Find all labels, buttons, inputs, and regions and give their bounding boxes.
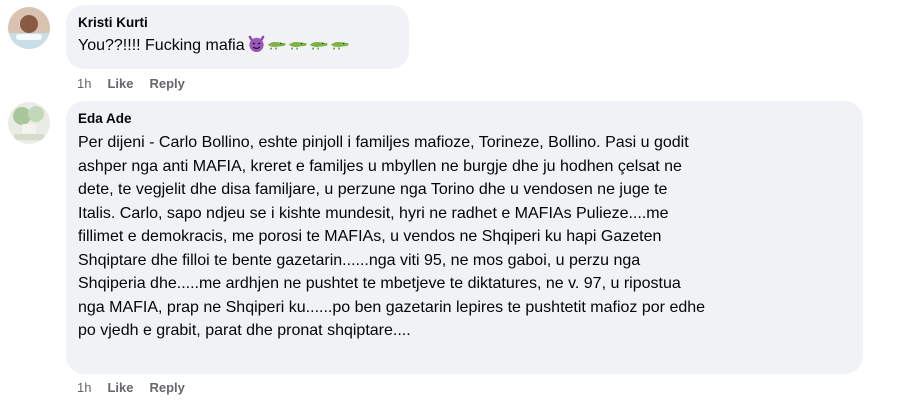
comment-text-line: po vjedh e grabit, parat dhe pronat shqi…: [78, 322, 411, 339]
comment-text-line: Per dijeni - Carlo Bollino, eshte pinjol…: [78, 134, 689, 151]
comment-timestamp[interactable]: 1h: [77, 380, 91, 395]
like-button[interactable]: Like: [107, 380, 133, 395]
comment-bubble: Eda Ade Per dijeni - Carlo Bollino, esht…: [66, 101, 863, 374]
smiling-imp-emoji: [248, 35, 264, 53]
crocodile-emoji: [309, 41, 328, 50]
comment-actions: 1h Like Reply: [77, 380, 185, 395]
comment-text-line: Shqiptare dhe filloi te bente gazetarin.…: [78, 251, 641, 269]
crocodile-emoji: [330, 41, 349, 50]
avatar[interactable]: [8, 102, 50, 144]
comment-text-line: ashper nga anti MAFIA, kreret e familjes…: [78, 157, 682, 175]
comment-actions: 1h Like Reply: [77, 76, 185, 91]
crocodile-emoji: [267, 41, 286, 50]
comment-text-line: nga MAFIA, prap ne Shqiperi ku......po b…: [78, 298, 706, 316]
crocodile-emoji: [288, 41, 307, 50]
comment-text-line: fillimet e demokracis, me porosi te MAFI…: [78, 228, 662, 245]
comment-author[interactable]: Eda Ade: [78, 110, 851, 128]
reply-button[interactable]: Reply: [149, 380, 184, 395]
comment-text-line: dete, te vegjelit dhe disa familjare, u …: [78, 181, 668, 198]
comment-text-body: You??!!!! Fucking mafia: [78, 37, 245, 54]
comment-author[interactable]: Kristi Kurti: [78, 14, 397, 32]
avatar[interactable]: [8, 7, 50, 49]
comment-text-line: Italis. Carlo, sapo ndjeu se i kishte mu…: [78, 204, 669, 222]
comment-timestamp[interactable]: 1h: [77, 76, 91, 91]
reply-button[interactable]: Reply: [149, 76, 184, 91]
comment-text: Per dijeni - Carlo Bollino, eshte pinjol…: [78, 131, 851, 343]
comment-text-line: Shqiperia dhe.....me ardhjen ne pushtet …: [78, 275, 681, 292]
like-button[interactable]: Like: [107, 76, 133, 91]
comment-text: You??!!!! Fucking mafia: [78, 34, 397, 58]
emoji-row: [247, 34, 350, 53]
comment-bubble: Kristi Kurti You??!!!! Fucking mafia: [66, 5, 409, 69]
